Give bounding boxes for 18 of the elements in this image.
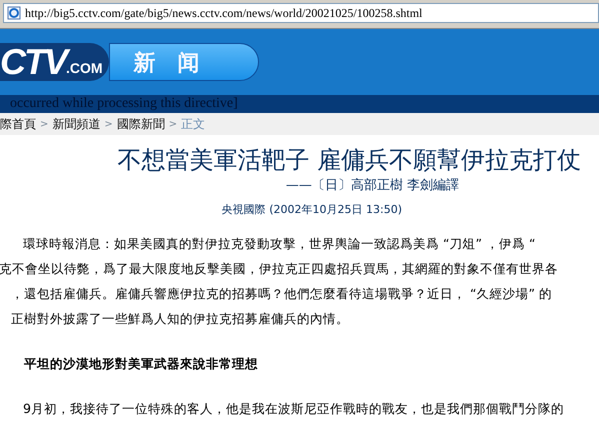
section-heading: 平坦的沙漠地形對美軍武器來說非常理想 xyxy=(24,356,258,371)
address-field[interactable]: http://big5.cctv.com/gate/big5/news.cctv.com/news/world/20021025/100258.shtml xyxy=(3,3,599,23)
breadcrumb-link[interactable]: 新聞頻道 xyxy=(52,116,100,132)
page-icon xyxy=(7,6,21,20)
article-title: 不想當美軍活靶子 雇傭兵不願幫伊拉克打仗 xyxy=(117,146,581,174)
site-logo[interactable]: CTV.COM xyxy=(0,43,109,81)
breadcrumb-separator: > xyxy=(40,118,48,130)
breadcrumb-separator: > xyxy=(168,118,178,130)
byline: ——〔日〕高部正樹 李劍編譯 xyxy=(286,178,459,193)
paragraph-line: 環球時報消息：如果美國真的對伊拉克發動攻擊，世界輿論一致認爲美爲 “刀俎” ，伊爲 “ xyxy=(23,236,536,251)
breadcrumb-link[interactable]: 際首頁 xyxy=(0,116,36,132)
breadcrumb-separator: > xyxy=(104,118,113,130)
paragraph-line: 正樹對外披露了一些鮮爲人知的伊拉克招募雇傭兵的內情。 xyxy=(11,311,349,326)
error-message: occurred while processing this directive] xyxy=(10,96,238,111)
paragraph-line: 9月初，我接待了一位特殊的客人，他是我在波斯尼亞作戰時的戰友，也是我們那個戰鬥分隊的 xyxy=(23,401,564,416)
paragraph-line: ，還包括雇傭兵。雇傭兵響應伊拉克的招募嗎？他們怎麼看待這場戰爭？近日， “久經沙場” 的 xyxy=(11,286,552,301)
source-date: 央視國際 (2002年10月25日 13:50) xyxy=(222,203,402,216)
breadcrumb-link[interactable]: 國際新聞 xyxy=(116,116,165,132)
